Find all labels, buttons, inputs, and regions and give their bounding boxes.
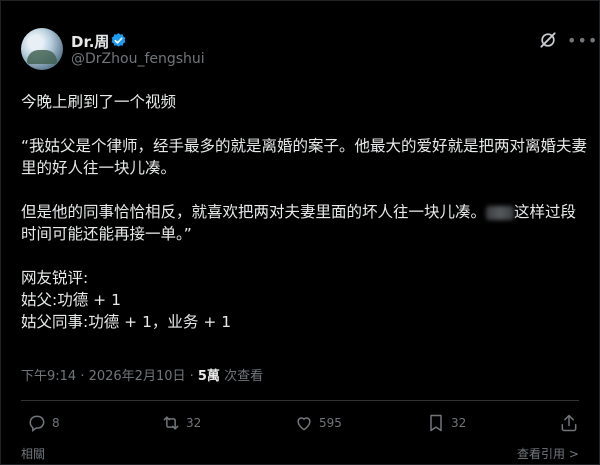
comment-line-1: 姑父:功德 + 1 (21, 291, 121, 309)
retweet-count: 32 (186, 416, 202, 430)
avatar[interactable] (21, 28, 63, 70)
like-count: 595 (319, 416, 342, 430)
like-button[interactable]: 595 (294, 413, 342, 433)
reply-icon (29, 415, 45, 432)
view-label: 次查看 (219, 369, 264, 384)
tweet-paragraph-1: “我姑父是个律师，经手最多的就是离婚的案子。他最大的爱好就是把两对离婚夫妻里的好… (21, 137, 588, 177)
user-handle[interactable]: @DrZhou_fengshui (71, 51, 205, 67)
timestamp[interactable]: 下午9:14 · 2026年2月10日 · (21, 369, 198, 384)
reply-count: 8 (52, 416, 60, 430)
view-quotes-link[interactable]: 查看引用 > (517, 445, 579, 462)
display-name[interactable]: Dr.周 (71, 31, 109, 52)
heart-icon (297, 417, 311, 431)
retweet-icon (163, 416, 179, 430)
bookmark-count: 32 (451, 416, 467, 430)
tweet-line-1: 今晚上刷到了一个视频 (21, 93, 177, 111)
tweet-meta: 下午9:14 · 2026年2月10日 · 5萬 次查看 (21, 365, 263, 384)
comment-heading: 网友锐评: (21, 269, 89, 287)
retweet-button[interactable]: 32 (161, 413, 201, 433)
tweet-card: Dr.周 @DrZhou_fengshui ••• 今晚上刷到了一个视频 “我姑… (0, 0, 600, 465)
tweet-text: 今晚上刷到了一个视频 “我姑父是个律师，经手最多的就是离婚的案子。他最大的爱好就… (21, 91, 591, 333)
related-label[interactable]: 相關 (21, 445, 45, 462)
share-button[interactable] (559, 413, 579, 433)
redacted-blur (486, 205, 515, 220)
bookmark-button[interactable]: 32 (426, 413, 466, 433)
divider (21, 400, 579, 401)
grok-icon[interactable] (538, 30, 558, 50)
verified-badge-icon (111, 33, 126, 47)
view-count: 5萬 (197, 369, 220, 384)
tweet-paragraph-2a: 但是他的同事恰恰相反，就喜欢把两对夫妻里面的坏人往一块儿凑。 (21, 203, 487, 221)
more-options-icon[interactable]: ••• (567, 31, 598, 50)
comment-line-2: 姑父同事:功德 + 1，业务 + 1 (21, 313, 232, 331)
reply-button[interactable]: 8 (27, 413, 60, 433)
share-icon (561, 414, 577, 432)
bookmark-icon (430, 414, 442, 432)
